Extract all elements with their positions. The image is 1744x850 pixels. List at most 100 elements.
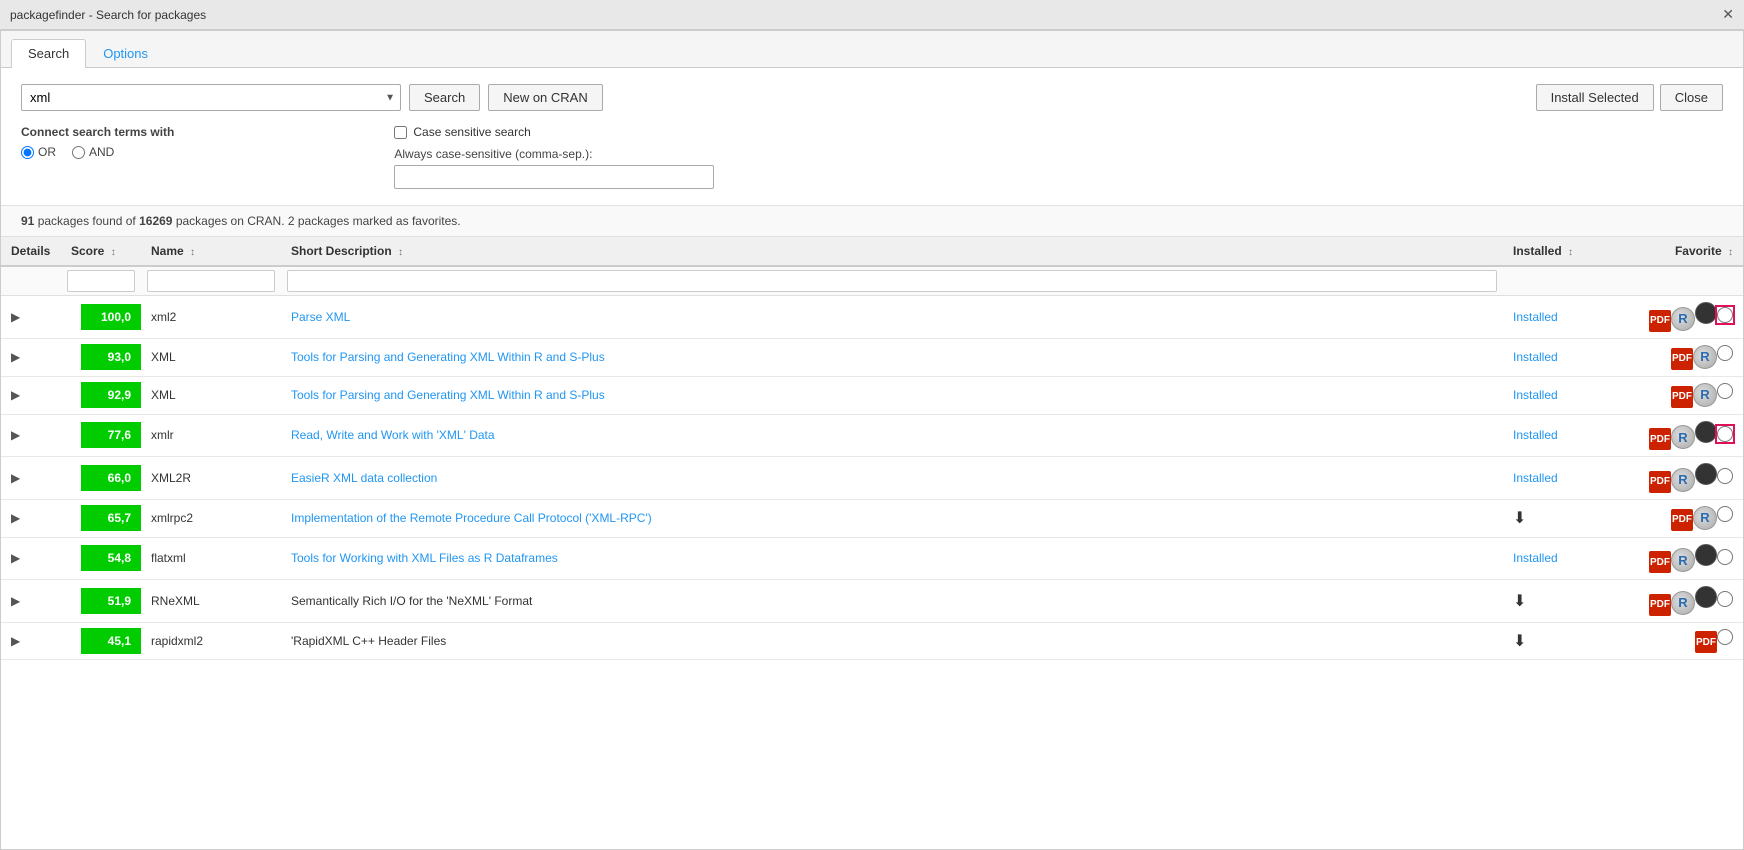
name-filter-input[interactable] (147, 270, 275, 292)
score-cell: 100,0 (61, 296, 141, 339)
github-icon[interactable] (1695, 544, 1717, 566)
always-case-label: Always case-sensitive (comma-sep.): (394, 147, 714, 161)
favorite-radio[interactable] (1717, 426, 1733, 442)
desc-cell: Tools for Parsing and Generating XML Wit… (281, 376, 1503, 414)
r-icon[interactable]: R (1693, 506, 1717, 530)
favorite-radio[interactable] (1717, 383, 1733, 399)
score-sort-icon: ↕ (111, 247, 116, 258)
table-row: ▶65,7xmlrpc2Implementation of the Remote… (1, 499, 1743, 537)
search-input[interactable] (21, 84, 401, 111)
case-sensitive-label: Case sensitive search (413, 125, 530, 139)
connect-terms-section: Connect search terms with OR AND (21, 125, 174, 165)
case-sensitive-checkbox[interactable] (394, 126, 407, 139)
favorite-radio[interactable] (1717, 506, 1733, 522)
desc-cell: Tools for Working with XML Files as R Da… (281, 537, 1503, 580)
download-icon[interactable]: ⬇ (1513, 633, 1526, 650)
r-icon[interactable]: R (1671, 548, 1695, 572)
favorite-radio[interactable] (1717, 629, 1733, 645)
github-icon[interactable] (1695, 302, 1717, 324)
tab-search[interactable]: Search (11, 39, 86, 68)
icons-cell: PDFR (1623, 414, 1743, 457)
expand-button[interactable]: ▶ (11, 551, 20, 565)
score-bar: 77,6 (81, 422, 141, 448)
r-icon[interactable]: R (1693, 345, 1717, 369)
github-icon[interactable] (1695, 421, 1717, 443)
col-description[interactable]: Short Description ↕ (281, 237, 1503, 266)
pdf-icon[interactable]: PDF (1671, 509, 1693, 531)
expand-button[interactable]: ▶ (11, 428, 20, 442)
desc-cell: Read, Write and Work with 'XML' Data (281, 414, 1503, 457)
score-cell: 92,9 (61, 376, 141, 414)
icons-cell: PDFR (1623, 296, 1743, 339)
results-summary: 91 packages found of 16269 packages on C… (1, 206, 1743, 237)
installed-cell: Installed (1503, 414, 1623, 457)
favorite-radio[interactable] (1717, 307, 1733, 323)
tab-options[interactable]: Options (86, 39, 165, 67)
search-button[interactable]: Search (409, 84, 480, 111)
download-icon[interactable]: ⬇ (1513, 593, 1526, 610)
name-cell: rapidxml2 (141, 622, 281, 660)
table-row: ▶51,9RNeXMLSemantically Rich I/O for the… (1, 580, 1743, 623)
always-case-input[interactable] (394, 165, 714, 189)
col-installed[interactable]: Installed ↕ (1503, 237, 1623, 266)
github-icon[interactable] (1695, 463, 1717, 485)
favorite-radio[interactable] (1717, 468, 1733, 484)
col-favorite[interactable]: Favorite ↕ (1623, 237, 1743, 266)
col-score[interactable]: Score ↕ (61, 237, 141, 266)
score-filter-input[interactable] (67, 270, 135, 292)
r-icon[interactable]: R (1671, 468, 1695, 492)
right-buttons: Install Selected Close (1536, 84, 1723, 111)
pdf-icon[interactable]: PDF (1649, 471, 1671, 493)
pdf-icon[interactable]: PDF (1649, 428, 1671, 450)
name-cell: RNeXML (141, 580, 281, 623)
name-cell: XML (141, 338, 281, 376)
desc-filter-input[interactable] (287, 270, 1497, 292)
pdf-icon[interactable]: PDF (1649, 310, 1671, 332)
r-icon[interactable]: R (1671, 591, 1695, 615)
r-icon[interactable]: R (1671, 307, 1695, 331)
expand-button[interactable]: ▶ (11, 471, 20, 485)
expand-button[interactable]: ▶ (11, 350, 20, 364)
score-cell: 66,0 (61, 457, 141, 500)
expand-button[interactable]: ▶ (11, 511, 20, 525)
table-row: ▶92,9XMLTools for Parsing and Generating… (1, 376, 1743, 414)
options-row: Connect search terms with OR AND Case se… (21, 125, 1723, 189)
expand-cell: ▶ (1, 338, 61, 376)
r-icon[interactable]: R (1671, 425, 1695, 449)
pdf-icon[interactable]: PDF (1649, 551, 1671, 573)
expand-button[interactable]: ▶ (11, 310, 20, 324)
name-cell: xmlrpc2 (141, 499, 281, 537)
expand-button[interactable]: ▶ (11, 634, 20, 648)
icons-cell: PDFR (1623, 338, 1743, 376)
installed-cell: Installed (1503, 457, 1623, 500)
pdf-icon[interactable]: PDF (1695, 631, 1717, 653)
pdf-icon[interactable]: PDF (1671, 386, 1693, 408)
favorite-radio[interactable] (1717, 591, 1733, 607)
github-icon[interactable] (1695, 586, 1717, 608)
expand-button[interactable]: ▶ (11, 594, 20, 608)
col-name[interactable]: Name ↕ (141, 237, 281, 266)
favorite-radio[interactable] (1717, 549, 1733, 565)
pdf-icon[interactable]: PDF (1671, 348, 1693, 370)
install-selected-button[interactable]: Install Selected (1536, 84, 1654, 111)
pdf-icon[interactable]: PDF (1649, 594, 1671, 616)
results-total: 16269 (139, 214, 172, 228)
table-row: ▶77,6xmlrRead, Write and Work with 'XML'… (1, 414, 1743, 457)
filter-installed (1503, 266, 1623, 296)
filter-fav (1623, 266, 1743, 296)
new-on-cran-button[interactable]: New on CRAN (488, 84, 603, 111)
filter-score (61, 266, 141, 296)
icons-cell: PDFR (1623, 376, 1743, 414)
filter-name (141, 266, 281, 296)
or-radio[interactable] (21, 146, 34, 159)
and-radio[interactable] (72, 146, 85, 159)
and-radio-label[interactable]: AND (72, 145, 114, 159)
or-radio-label[interactable]: OR (21, 145, 56, 159)
expand-button[interactable]: ▶ (11, 388, 20, 402)
desc-cell: 'RapidXML C++ Header Files (281, 622, 1503, 660)
close-button[interactable]: Close (1660, 84, 1723, 111)
download-icon[interactable]: ⬇ (1513, 510, 1526, 527)
r-icon[interactable]: R (1693, 383, 1717, 407)
favorite-radio[interactable] (1717, 345, 1733, 361)
window-close-icon[interactable]: ✕ (1722, 6, 1734, 23)
